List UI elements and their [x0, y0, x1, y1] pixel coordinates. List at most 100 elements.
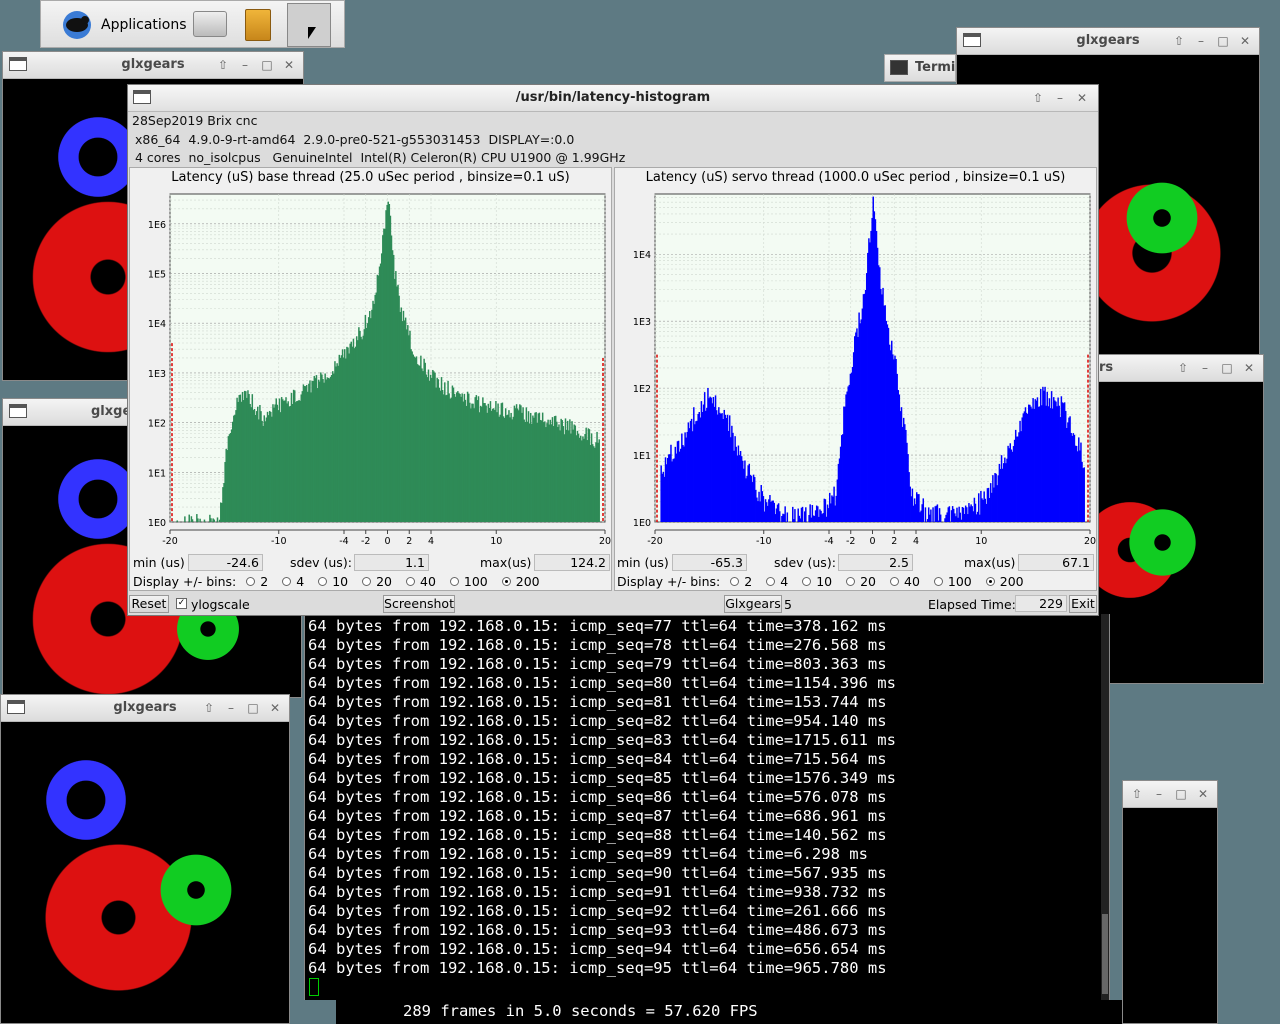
radio-label: 4 — [780, 574, 789, 589]
exit-button[interactable]: Exit — [1069, 595, 1097, 613]
maximize-icon[interactable]: □ — [259, 52, 275, 78]
glxgears-window-left-bottom[interactable]: glxgears ⇧ – □ ✕ — [0, 694, 290, 1024]
reset-button[interactable]: Reset — [129, 595, 169, 613]
terminal-icon — [890, 60, 908, 75]
title-bar[interactable]: /usr/bin/latency-histogram ⇧ – ✕ — [128, 85, 1098, 112]
histogram-bar — [213, 519, 215, 522]
radio-dot[interactable] — [449, 577, 459, 586]
file-manager-icon[interactable] — [245, 9, 271, 41]
x-tick-label: 20 — [1084, 536, 1096, 547]
minimize-icon[interactable]: – — [237, 52, 253, 78]
base-bins-radio-10[interactable]: 10 — [318, 574, 348, 589]
radio-label: 100 — [947, 574, 972, 589]
title-bar[interactable]: rs ⇧ – □ ✕ — [1095, 355, 1263, 382]
radio-dot[interactable] — [985, 577, 995, 586]
drive-icon[interactable] — [193, 11, 227, 37]
base-bins-radio-100[interactable]: 100 — [449, 574, 488, 589]
base-bins-radio-20[interactable]: 20 — [362, 574, 392, 589]
radio-dot[interactable] — [501, 577, 511, 586]
servo-min-value: -65.3 — [672, 554, 747, 571]
x-tick-label: -20 — [647, 536, 663, 547]
radio-dot[interactable] — [846, 577, 856, 586]
radio-dot[interactable] — [730, 577, 740, 586]
base-bins-radio-200[interactable]: 200 — [501, 574, 540, 589]
glxgears-button[interactable]: Glxgears — [724, 595, 782, 613]
terminal-line: 64 bytes from 192.168.0.15: icmp_seq=78 … — [308, 636, 887, 654]
radio-dot[interactable] — [406, 577, 415, 586]
title-bar[interactable]: glxgears ⇧ – □ ✕ — [1, 695, 289, 722]
title-bar[interactable]: glxgears ⇧ – □ ✕ — [957, 28, 1259, 55]
glxgears-terminal[interactable]: 289 frames in 5.0 seconds = 57.620 FPS — [336, 1000, 1122, 1024]
radio-dot[interactable] — [246, 577, 256, 586]
close-icon[interactable]: ✕ — [267, 695, 283, 721]
maximize-icon[interactable]: □ — [1219, 355, 1235, 381]
radio-dot[interactable] — [318, 577, 328, 586]
window-title: rs — [1099, 360, 1114, 375]
screenshot-button[interactable]: Screenshot — [383, 595, 455, 613]
window-menu-icon[interactable] — [9, 404, 27, 418]
latency-histogram-window[interactable]: /usr/bin/latency-histogram ⇧ – ✕ 28Sep2019… — [127, 84, 1099, 616]
base-bins-radio-40[interactable]: 40 — [406, 574, 436, 589]
servo-bins-radio-2[interactable]: 2 — [730, 574, 752, 589]
close-icon[interactable]: ✕ — [1074, 85, 1090, 111]
minimize-icon[interactable]: – — [1197, 355, 1213, 381]
terminal-window-tab[interactable]: Termi — [884, 54, 956, 82]
title-bar[interactable]: ⇧ – □ ✕ — [1123, 781, 1217, 808]
shade-icon[interactable]: ⇧ — [1129, 781, 1145, 807]
minimize-icon[interactable]: – — [223, 695, 239, 721]
y-tick-label: 1E3 — [633, 317, 651, 328]
shade-icon[interactable]: ⇧ — [215, 52, 231, 78]
servo-bins-radio-10[interactable]: 10 — [802, 574, 832, 589]
shade-icon[interactable]: ⇧ — [201, 695, 217, 721]
radio-dot[interactable] — [282, 577, 292, 586]
ylogscale-checkbox[interactable]: ✓ — [176, 598, 187, 609]
x-tick-label: 4 — [913, 536, 919, 547]
shade-icon[interactable]: ⇧ — [1175, 355, 1191, 381]
minimize-icon[interactable]: – — [1193, 28, 1209, 54]
minimize-icon[interactable]: – — [1052, 85, 1068, 111]
terminal-scrollbar[interactable] — [1101, 614, 1109, 1000]
applications-menu-button[interactable]: Applications — [57, 5, 187, 45]
radio-dot[interactable] — [890, 577, 899, 586]
info-line-1: 28Sep2019 Brix cnc — [132, 113, 258, 128]
terminal-line: 64 bytes from 192.168.0.15: icmp_seq=95 … — [308, 959, 887, 977]
servo-bins-radio-20[interactable]: 20 — [846, 574, 876, 589]
maximize-icon[interactable]: □ — [245, 695, 261, 721]
radio-dot[interactable] — [933, 577, 943, 586]
window-menu-icon[interactable] — [9, 57, 27, 71]
window-menu-icon[interactable] — [963, 33, 981, 47]
title-bar[interactable]: glxgears ⇧ – □ ✕ — [3, 52, 303, 79]
histogram-bar — [191, 519, 194, 522]
close-icon[interactable]: ✕ — [281, 52, 297, 78]
radio-dot[interactable] — [766, 577, 776, 586]
close-icon[interactable]: ✕ — [1195, 781, 1211, 807]
minimize-icon[interactable]: – — [1151, 781, 1167, 807]
background-window-right-lower[interactable]: ⇧ – □ ✕ — [1122, 780, 1218, 1024]
shade-icon[interactable]: ⇧ — [1171, 28, 1187, 54]
servo-bins-radio-4[interactable]: 4 — [766, 574, 788, 589]
window-menu-icon[interactable] — [133, 90, 151, 104]
terminal-window[interactable]: 64 bytes from 192.168.0.15: icmp_seq=77 … — [304, 614, 1110, 1000]
close-icon[interactable]: ✕ — [1241, 355, 1257, 381]
scrollbar-thumb[interactable] — [1102, 914, 1108, 994]
servo-bins-radio-40[interactable]: 40 — [890, 574, 920, 589]
maximize-icon[interactable]: □ — [1173, 781, 1189, 807]
ylogscale-label: ylogscale — [191, 597, 250, 612]
radio-label: 2 — [744, 574, 753, 589]
base-thread-panel: Latency (uS) base thread (25.0 uSec peri… — [129, 167, 612, 591]
base-bins-radio-4[interactable]: 4 — [282, 574, 304, 589]
shade-icon[interactable]: ⇧ — [1030, 85, 1046, 111]
workspace-switcher-icon[interactable] — [287, 3, 331, 47]
servo-bins-radio-100[interactable]: 100 — [933, 574, 972, 589]
base-max-label: max(us) — [480, 555, 532, 570]
close-icon[interactable]: ✕ — [1237, 28, 1253, 54]
base-bins-radio-2[interactable]: 2 — [246, 574, 268, 589]
servo-bins-radio-200[interactable]: 200 — [985, 574, 1024, 589]
maximize-icon[interactable]: □ — [1215, 28, 1231, 54]
window-menu-icon[interactable] — [7, 700, 25, 714]
radio-dot[interactable] — [362, 577, 372, 586]
base-max-value: 124.2 — [534, 554, 610, 571]
glxgears-window-right-middle[interactable]: rs ⇧ – □ ✕ — [1085, 354, 1264, 684]
xfce-logo-icon — [57, 5, 97, 45]
radio-dot[interactable] — [802, 577, 812, 586]
